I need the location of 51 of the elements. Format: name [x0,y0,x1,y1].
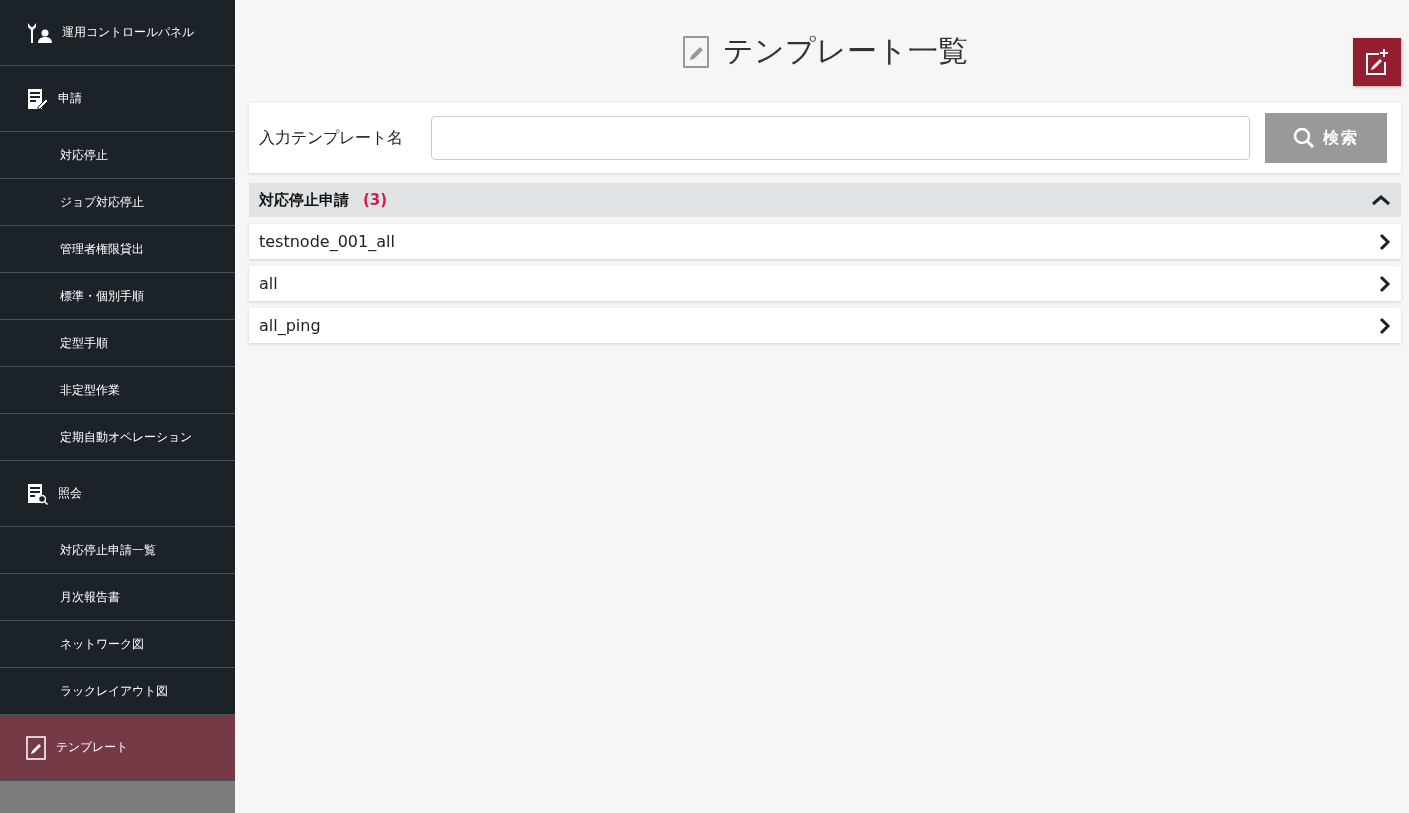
new-template-button[interactable] [1353,38,1401,86]
sidebar-item[interactable]: 月次報告書 [0,574,235,621]
template-name-input[interactable] [431,116,1250,160]
sidebar-label: 対応停止申請一覧 [60,541,156,559]
document-pen-icon [26,87,48,110]
sidebar-item[interactable]: 管理者権限貸出 [0,226,235,273]
chevron-right-icon [1379,274,1391,293]
sidebar-label: ジョブ対応停止 [60,193,144,211]
sidebar-label: 非定型作業 [60,381,120,399]
sidebar-section[interactable]: 照会 [0,461,235,527]
sidebar-label: ラックレイアウト図 [60,682,168,700]
sidebar-item[interactable]: 標準・個別手順 [0,273,235,320]
page-title: テンプレート一覧 [722,32,968,70]
group-title: 対応停止申請 [259,190,349,210]
template-row[interactable]: testnode_001_all [249,224,1401,259]
document-search-icon [26,482,48,505]
search-label: 入力テンプレート名 [259,127,403,149]
sidebar-label: 対応停止 [60,146,108,164]
sidebar-label: 運用コントロールパネル [62,24,194,41]
sidebar-section[interactable]: 運用コントロールパネル [0,0,235,66]
group-header[interactable]: 対応停止申請 (3) [249,183,1401,217]
sidebar-label: 管理者権限貸出 [60,240,144,258]
search-icon [1293,127,1315,149]
sidebar-item[interactable]: 定型手順 [0,320,235,367]
sidebar-label: 標準・個別手順 [60,287,144,305]
sidebar-label: 照会 [58,485,82,502]
sidebar-item[interactable]: ネットワーク図 [0,621,235,668]
sidebar-label: 申請 [58,90,82,107]
pencil-note-icon [26,735,46,760]
pencil-note-icon [682,35,709,68]
group-count: (3) [363,191,388,209]
chevron-right-icon [1379,316,1391,335]
sidebar-section[interactable]: 申請 [0,66,235,132]
sidebar-item[interactable]: 定期自動オペレーション [0,414,235,461]
template-name: all_ping [259,316,321,335]
template-row[interactable]: all [249,266,1401,301]
template-name: all [259,274,278,293]
sidebar-label: テンプレート [56,739,128,756]
sidebar-label: 定期自動オペレーション [60,428,192,446]
sidebar-section[interactable]: テンプレート [0,715,235,781]
pencil-plus-icon [1365,48,1389,76]
sidebar-item[interactable]: 対応停止申請一覧 [0,527,235,574]
sidebar-item[interactable]: 対応停止 [0,132,235,179]
sidebar-item[interactable]: ジョブ対応停止 [0,179,235,226]
template-row[interactable]: all_ping [249,308,1401,343]
template-name: testnode_001_all [259,232,395,251]
sidebar-label: 月次報告書 [60,588,120,606]
sidebar-label: ネットワーク図 [60,635,144,653]
sidebar-item[interactable]: 非定型作業 [0,367,235,414]
sidebar-label: 定型手順 [60,334,108,352]
chevron-right-icon [1379,232,1391,251]
